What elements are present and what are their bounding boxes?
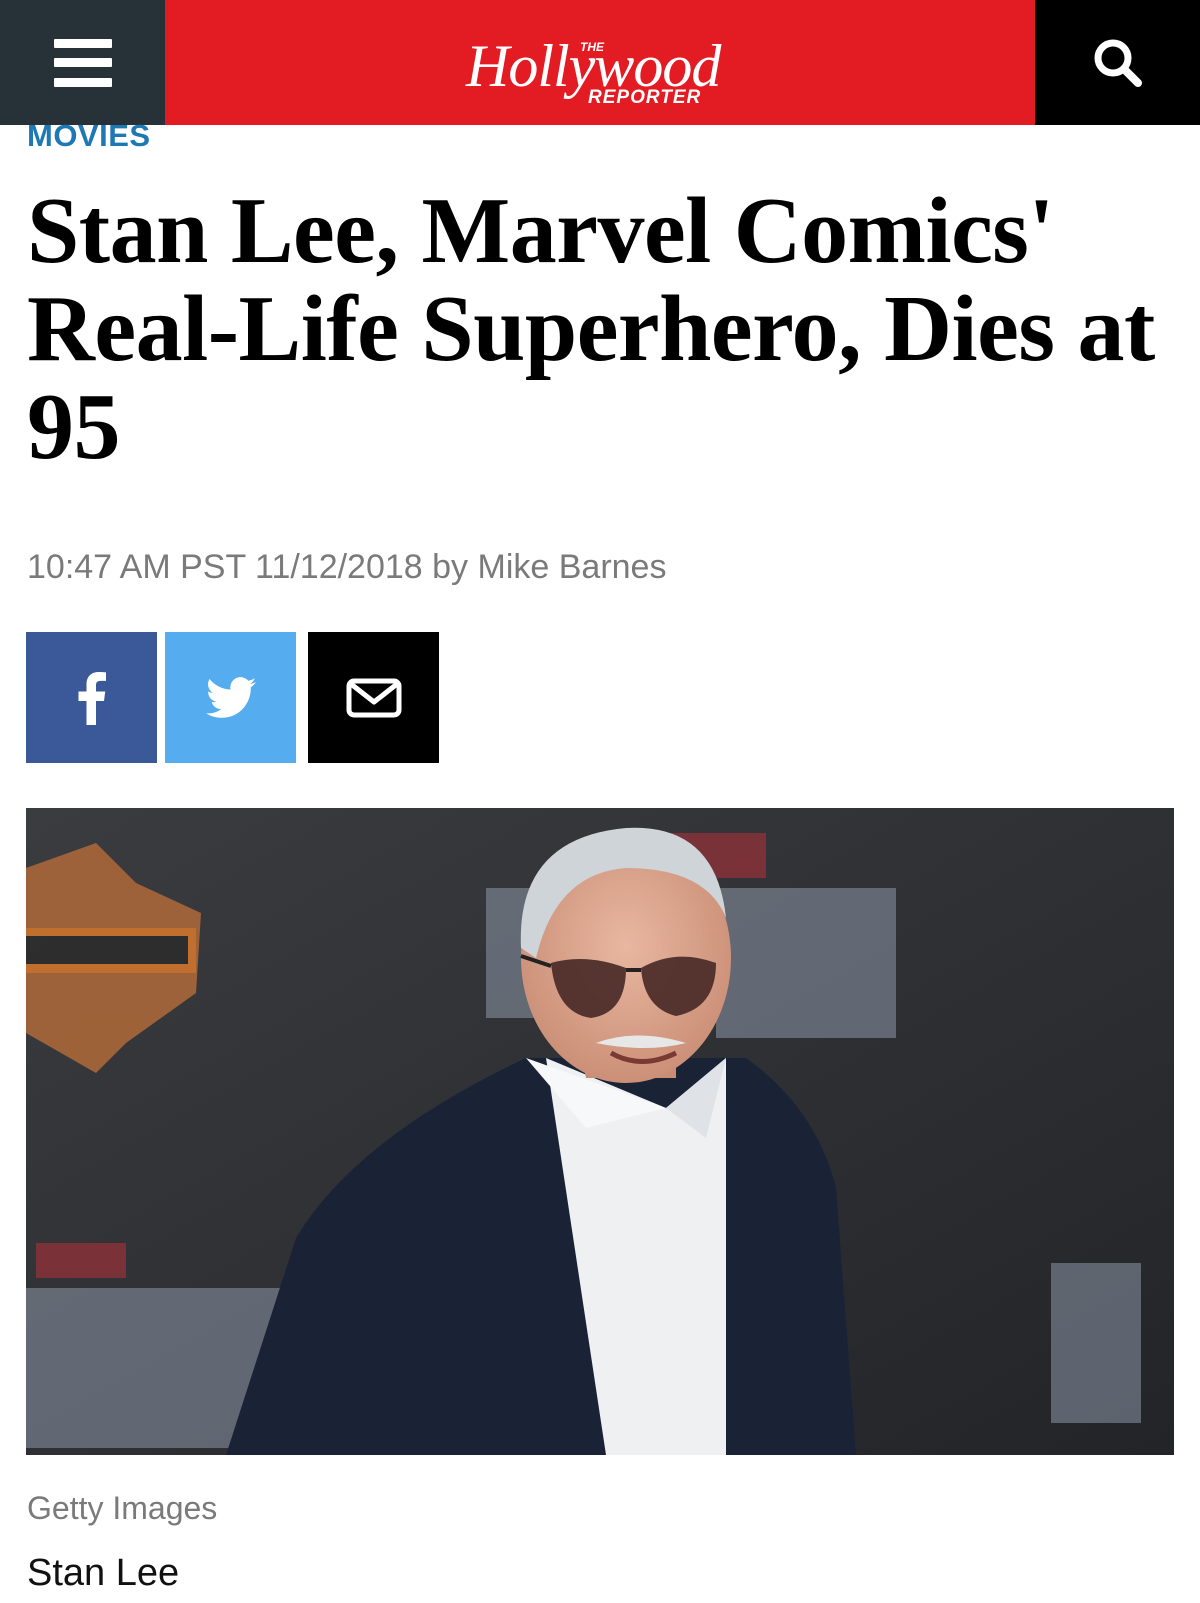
- twitter-share-button[interactable]: [165, 632, 296, 763]
- twitter-icon: [205, 676, 256, 718]
- share-bar: [26, 632, 439, 763]
- facebook-icon: [78, 671, 106, 725]
- logo-reporter: REPORTER: [588, 86, 702, 108]
- article-byline: 10:47 AM PST 11/12/2018 by Mike Barnes: [27, 548, 667, 586]
- article-headline: Stan Lee, Marvel Comics' Real-Life Super…: [27, 179, 1155, 479]
- section-label[interactable]: MOVIES: [27, 118, 151, 154]
- email-icon: [346, 678, 401, 717]
- brand-bar: Hollywood THE REPORTER: [165, 0, 1035, 125]
- photo-caption: Stan Lee: [27, 1552, 180, 1594]
- site-logo[interactable]: Hollywood THE REPORTER: [460, 18, 740, 108]
- article-photo[interactable]: [26, 808, 1174, 1455]
- search-button[interactable]: [1035, 0, 1200, 125]
- site-header: Hollywood THE REPORTER: [0, 0, 1200, 125]
- stan-lee-photo-illustration: [26, 808, 1174, 1455]
- facebook-share-button[interactable]: [26, 632, 157, 763]
- photo-credit: Getty Images: [27, 1490, 218, 1526]
- hamburger-menu-icon: [53, 38, 112, 87]
- email-share-button[interactable]: [308, 632, 439, 763]
- search-icon: [1094, 39, 1142, 87]
- logo-the: THE: [580, 39, 604, 54]
- menu-button[interactable]: [0, 0, 165, 125]
